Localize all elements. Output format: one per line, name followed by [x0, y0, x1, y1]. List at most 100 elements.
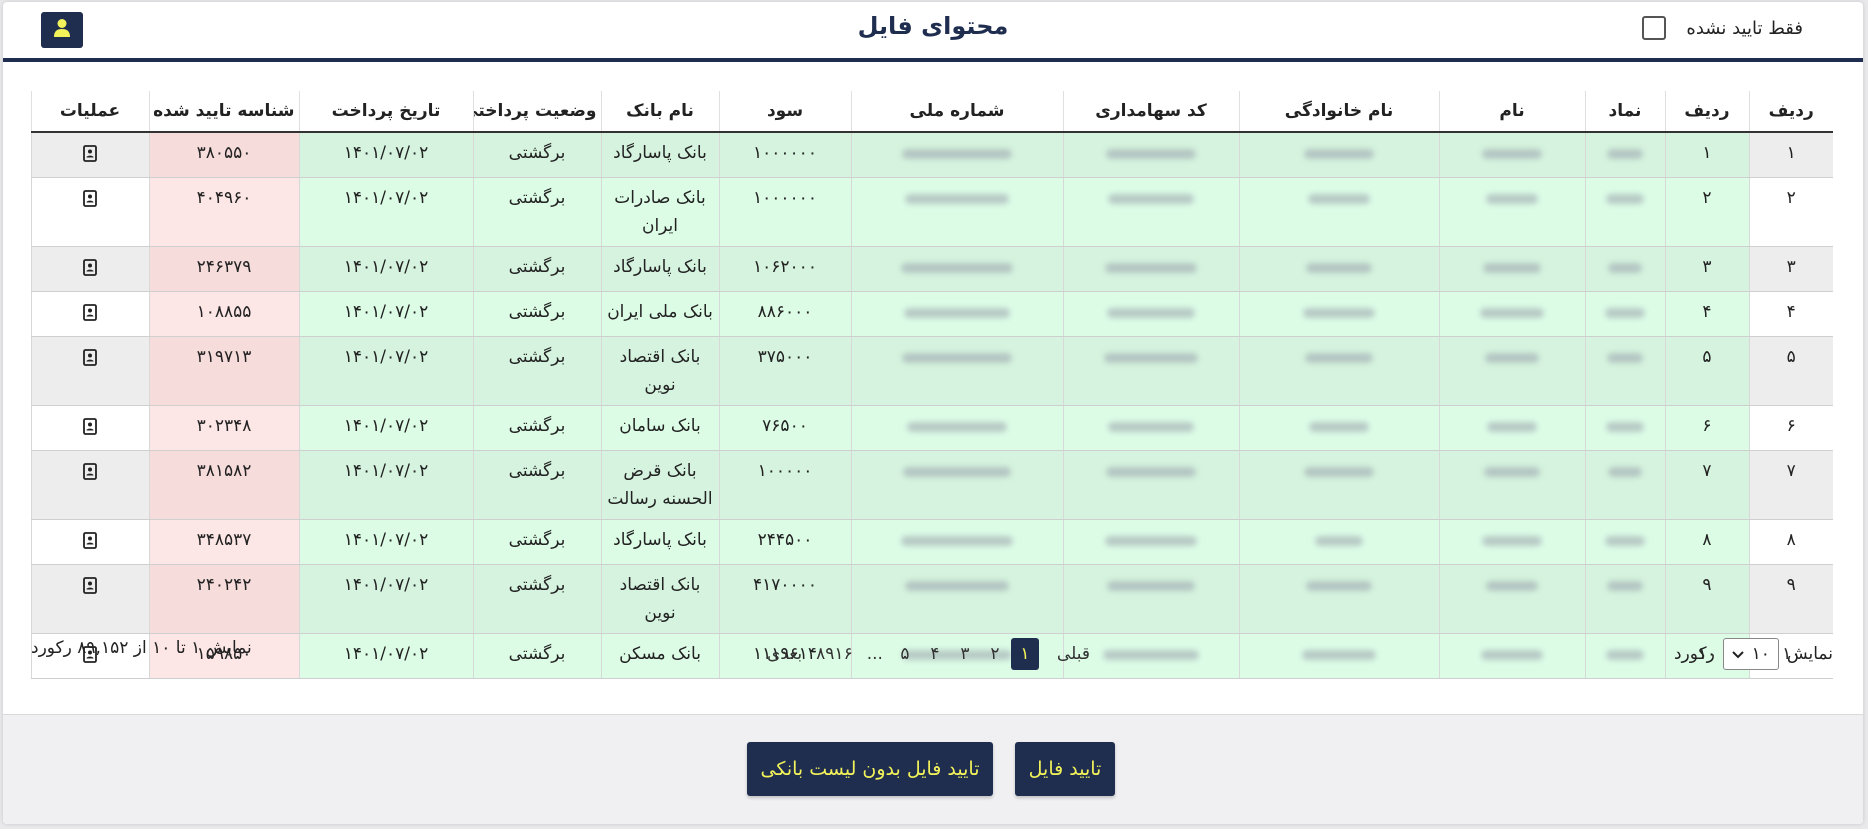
col-header-payment-date[interactable]: تاریخ پرداخت: [298, 91, 473, 133]
table-row[interactable]: ۲ ۲ ۱۰۰۰۰۰۰ بانک صادرات ایران برگشتی ۱۴۰۱/۰۷/…: [30, 177, 1833, 247]
pagination-page-1[interactable]: ۱: [1010, 638, 1039, 670]
col-header-shareholder-code[interactable]: کد سهامداری: [1062, 91, 1239, 133]
pagination-page-4[interactable]: ۴: [921, 638, 949, 670]
redacted-value: [901, 263, 1013, 273]
confirm-without-bank-list-button[interactable]: تایید فایل بدون لیست بانکی: [747, 742, 993, 796]
cell-name: [1438, 450, 1585, 520]
redacted-value: [1107, 581, 1195, 591]
cell-row1: ۷: [1748, 450, 1833, 520]
cell-operations[interactable]: [30, 336, 149, 406]
cell-name: [1438, 519, 1585, 565]
confirm-file-button[interactable]: تایید فایل: [1015, 742, 1115, 796]
only-unconfirmed-filter[interactable]: فقط تایید نشده: [1642, 16, 1803, 40]
table-row[interactable]: ۷ ۷ ۱۰۰۰۰۰ بانک قرض الحسنه رسالت برگشتی ۱۴۰۱/…: [30, 450, 1833, 520]
contact-card-icon[interactable]: [83, 347, 97, 375]
cell-profit: ۱۰۰۰۰۰: [718, 450, 851, 520]
col-header-symbol[interactable]: نماد: [1584, 91, 1665, 133]
col-header-family[interactable]: نام خانوادگی: [1238, 91, 1439, 133]
redacted-value: [902, 149, 1012, 159]
col-header-operations: عملیات: [30, 91, 149, 133]
cell-name: [1438, 291, 1585, 337]
pagination-page-5[interactable]: ۵: [891, 638, 919, 670]
cell-confirmed-id: ۳۴۸۵۳۷: [148, 519, 299, 565]
cell-operations[interactable]: [30, 177, 149, 247]
cell-row1: ۸: [1748, 519, 1833, 565]
col-header-confirmed-id[interactable]: شناسه تایید شده: [148, 91, 299, 133]
page-size-prefix: نمایش: [1786, 644, 1833, 664]
col-header-name[interactable]: نام: [1438, 91, 1585, 133]
redacted-value: [1486, 581, 1538, 591]
redacted-value: [1486, 194, 1538, 204]
table-row[interactable]: ۱ ۱ ۱۰۰۰۰۰۰ بانک پاسارگاد برگشتی ۱۴۰۱/۰۷/۰۲ ۳۸…: [30, 132, 1833, 178]
contact-card-icon[interactable]: [83, 575, 97, 603]
col-header-profit[interactable]: سود: [718, 91, 851, 133]
cell-family: [1238, 336, 1439, 406]
cell-row2: ۳: [1664, 246, 1749, 292]
cell-bank: بانک صادرات ایران: [600, 177, 719, 247]
pagination-last-page[interactable]: ۸۹۱۶: [810, 638, 859, 670]
redacted-value: [1608, 467, 1642, 477]
pagination-prev[interactable]: قبلی: [1051, 638, 1096, 670]
cell-name: [1438, 405, 1585, 451]
contact-card-icon[interactable]: [83, 188, 97, 216]
cell-profit: ۱۰۰۰۰۰۰: [718, 132, 851, 178]
cell-row1: ۵: [1748, 336, 1833, 406]
cell-operations[interactable]: [30, 405, 149, 451]
redacted-value: [1108, 422, 1194, 432]
cell-symbol: [1584, 132, 1665, 178]
cell-shareholder-code: [1062, 132, 1239, 178]
table-row[interactable]: ۸ ۸ ۲۴۴۵۰۰ بانک پاسارگاد برگشتی ۱۴۰۱/۰۷/۰۲ ۳۴۸…: [30, 519, 1833, 565]
pagination-next[interactable]: بعدی: [761, 638, 808, 670]
cell-symbol: [1584, 177, 1665, 247]
user-button[interactable]: [41, 12, 83, 48]
table-row[interactable]: ۶ ۶ ۷۶۵۰۰ بانک سامان برگشتی ۱۴۰۱/۰۷/۰۲ ۳۰۲۳۴۸: [30, 405, 1833, 451]
contact-card-icon[interactable]: [83, 416, 97, 444]
cell-operations[interactable]: [30, 246, 149, 292]
cell-name: [1438, 246, 1585, 292]
redacted-value: [1106, 149, 1196, 159]
pagination-page-3[interactable]: ۳: [951, 638, 979, 670]
table-row[interactable]: ۵ ۵ ۳۷۵۰۰۰ بانک اقتصاد نوین برگشتی ۱۴۰۱/۰۷/۰۲…: [30, 336, 1833, 406]
cell-symbol: [1584, 405, 1665, 451]
table-row[interactable]: ۴ ۴ ۸۸۶۰۰۰ بانک ملی ایران برگشتی ۱۴۰۱/۰۷/۰۲ ۱۰…: [30, 291, 1833, 337]
cell-operations[interactable]: [30, 450, 149, 520]
contact-card-icon[interactable]: [83, 302, 97, 330]
cell-profit: ۱۰۶۲۰۰۰: [718, 246, 851, 292]
cell-operations[interactable]: [30, 519, 149, 565]
cell-operations[interactable]: [30, 132, 149, 178]
pagination-page-2[interactable]: ۲: [981, 638, 1009, 670]
contact-card-icon[interactable]: [83, 530, 97, 558]
file-content-table: ردیف ردیف نماد نام نام خانوادگی کد سهامد…: [30, 91, 1833, 679]
contact-card-icon[interactable]: [83, 143, 97, 171]
cell-symbol: [1584, 246, 1665, 292]
col-header-row1[interactable]: ردیف: [1748, 91, 1833, 133]
cell-operations[interactable]: [30, 564, 149, 634]
only-unconfirmed-checkbox[interactable]: [1642, 16, 1667, 40]
cell-payment-date: ۱۴۰۱/۰۷/۰۲: [298, 564, 473, 634]
table-row[interactable]: ۹ ۹ ۴۱۷۰۰۰۰ بانک اقتصاد نوین برگشتی ۱۴۰۱/۰۷/۰…: [30, 564, 1833, 634]
cell-national-id: [850, 405, 1063, 451]
col-header-payment-status[interactable]: وضعیت پرداختی: [472, 91, 601, 133]
redacted-value: [1305, 353, 1373, 363]
col-header-row2[interactable]: ردیف: [1664, 91, 1749, 133]
cell-row1: ۳: [1748, 246, 1833, 292]
table-controls: نمایش ۱۰ رکورد قبلی ۱ ۲ ۳ ۴ ۵ ... ۸۹۱۶ ب…: [31, 630, 1833, 674]
redacted-value: [1605, 536, 1645, 546]
cell-shareholder-code: [1062, 405, 1239, 451]
redacted-value: [1482, 149, 1542, 159]
cell-national-id: [850, 132, 1063, 178]
redacted-value: [901, 536, 1013, 546]
cell-payment-date: ۱۴۰۱/۰۷/۰۲: [298, 132, 473, 178]
contact-card-icon[interactable]: [83, 461, 97, 489]
table-row[interactable]: ۳ ۳ ۱۰۶۲۰۰۰ بانک پاسارگاد برگشتی ۱۴۰۱/۰۷/۰۲ ۲۴…: [30, 246, 1833, 292]
redacted-value: [1108, 194, 1194, 204]
cell-row1: ۶: [1748, 405, 1833, 451]
cell-operations[interactable]: [30, 291, 149, 337]
cell-payment-status: برگشتی: [472, 405, 601, 451]
col-header-national-id[interactable]: شماره ملی: [850, 91, 1063, 133]
cell-family: [1238, 177, 1439, 247]
col-header-bank[interactable]: نام بانک: [600, 91, 719, 133]
cell-shareholder-code: [1062, 564, 1239, 634]
contact-card-icon[interactable]: [83, 257, 97, 285]
page-size-select[interactable]: ۱۰: [1722, 638, 1779, 670]
